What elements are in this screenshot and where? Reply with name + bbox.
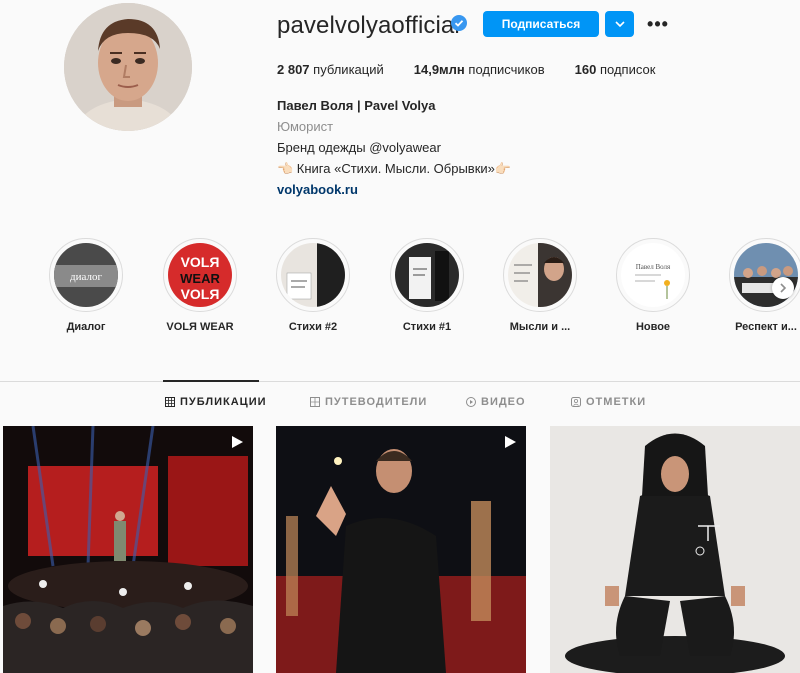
highlight-ring — [390, 238, 464, 312]
highlights-next-button[interactable] — [772, 277, 794, 299]
stat-posts: 2 807 публикаций — [277, 62, 384, 77]
highlight-cover: Павел Воля — [621, 243, 685, 307]
stat-following-count: 160 — [574, 62, 597, 77]
highlight-cover-image: Павел Воля — [621, 243, 685, 307]
highlight-item[interactable]: Стихи #2 — [265, 238, 361, 333]
highlight-label: Стихи #2 — [288, 321, 338, 333]
highlight-cover: VOLЯ WEAR VOLЯ — [168, 243, 232, 307]
profile-category: Юморист — [277, 119, 334, 134]
tabs-divider — [0, 381, 800, 382]
highlight-ring: Павел Воля — [616, 238, 690, 312]
post-tile[interactable] — [3, 426, 253, 673]
profile-full-name: Павел Воля | Pavel Volya — [277, 98, 436, 113]
stat-followers-label: подписчиков — [468, 62, 545, 77]
highlight-cover-image: VOLЯ WEAR VOLЯ — [168, 243, 232, 307]
highlight-label: Стихи #1 — [402, 321, 452, 333]
reel-play-icon — [505, 436, 516, 448]
tab-tagged[interactable]: ОТМЕТКИ — [571, 396, 646, 408]
post-image — [276, 426, 526, 673]
highlight-cover-text: WEAR — [180, 271, 220, 286]
post-image — [550, 426, 800, 673]
tab-posts-label: ПУБЛИКАЦИИ — [180, 396, 267, 408]
post-tile[interactable] — [550, 426, 800, 673]
stat-followers[interactable]: 14,9млн подписчиков — [414, 62, 545, 77]
tab-posts[interactable]: ПУБЛИКАЦИИ — [165, 396, 267, 408]
highlight-ring: диалог — [49, 238, 123, 312]
highlight-label: Диалог — [66, 321, 106, 333]
post-image — [3, 426, 253, 673]
profile-avatar[interactable] — [64, 3, 192, 131]
reel-play-icon — [232, 436, 243, 448]
highlight-cover-image: диалог — [54, 243, 118, 307]
highlight-item[interactable]: Павел Воля Новое — [605, 238, 701, 333]
chevron-down-icon — [614, 21, 625, 28]
stat-posts-label: публикаций — [313, 62, 384, 77]
tagged-icon — [571, 397, 581, 407]
highlight-cover-image — [281, 243, 345, 307]
video-icon — [466, 397, 476, 407]
stat-followers-count: 14,9млн — [413, 62, 465, 77]
highlight-cover-text: диалог — [70, 271, 102, 283]
highlight-item[interactable]: диалог Диалог — [38, 238, 134, 333]
guide-icon — [310, 397, 320, 407]
suggested-dropdown-button[interactable] — [605, 11, 634, 37]
highlight-item[interactable]: Стихи #1 — [379, 238, 475, 333]
highlight-item[interactable]: VOLЯ WEAR VOLЯ VOLЯ WEAR — [152, 238, 248, 333]
highlight-cover-image — [508, 243, 572, 307]
highlight-ring: VOLЯ WEAR VOLЯ — [163, 238, 237, 312]
highlight-label: Респект и... — [735, 321, 797, 333]
highlight-ring — [276, 238, 350, 312]
highlight-ring — [503, 238, 577, 312]
highlight-ring — [729, 238, 800, 312]
highlight-cover-text: Павел Воля — [636, 263, 671, 271]
profile-stats: 2 807 публикаций 14,9млн подписчиков 160… — [277, 62, 685, 77]
follow-button[interactable]: Подписаться — [483, 11, 599, 37]
highlight-label: Мысли и ... — [509, 321, 571, 333]
tab-video[interactable]: ВИДЕО — [466, 396, 526, 408]
highlight-cover — [508, 243, 572, 307]
chevron-right-icon — [780, 283, 787, 293]
highlight-cover — [281, 243, 345, 307]
tab-video-label: ВИДЕО — [481, 396, 526, 408]
bio-line-book: 👈🏻 Книга «Стихи. Мысли. Обрывки»👉🏻 — [277, 161, 512, 176]
more-options-button[interactable]: ••• — [646, 11, 670, 37]
highlight-label: Новое — [635, 321, 671, 333]
stat-posts-count: 2 807 — [277, 62, 310, 77]
profile-username: pavelvolyaofficial — [277, 12, 460, 39]
grid-icon — [165, 397, 175, 407]
stat-following[interactable]: 160 подписок — [575, 62, 656, 77]
stat-following-label: подписок — [599, 62, 656, 77]
highlight-cover-text: VOLЯ — [181, 286, 220, 302]
highlight-item[interactable]: Мысли и ... — [492, 238, 588, 333]
highlight-cover-text: VOLЯ — [181, 254, 220, 270]
tab-tagged-label: ОТМЕТКИ — [586, 396, 647, 408]
highlight-cover-image — [395, 243, 459, 307]
verified-badge-icon — [451, 15, 467, 31]
bio-link[interactable]: volyabook.ru — [277, 179, 511, 200]
profile-bio: Павел Воля | Pavel Volya Юморист Бренд о… — [277, 95, 511, 200]
avatar-image — [64, 3, 192, 131]
post-tile[interactable] — [276, 426, 526, 673]
highlight-label: VOLЯ WEAR — [166, 321, 234, 333]
active-tab-indicator — [163, 380, 259, 382]
tab-guides-label: ПУТЕВОДИТЕЛИ — [325, 396, 428, 408]
story-highlights: диалог Диалог VOLЯ WEAR VOLЯ VOLЯ WEAR С… — [38, 238, 800, 338]
tab-guides[interactable]: ПУТЕВОДИТЕЛИ — [310, 396, 427, 408]
highlight-cover: диалог — [54, 243, 118, 307]
highlight-cover — [395, 243, 459, 307]
bio-line-brand: Бренд одежды @volyawear — [277, 140, 441, 155]
